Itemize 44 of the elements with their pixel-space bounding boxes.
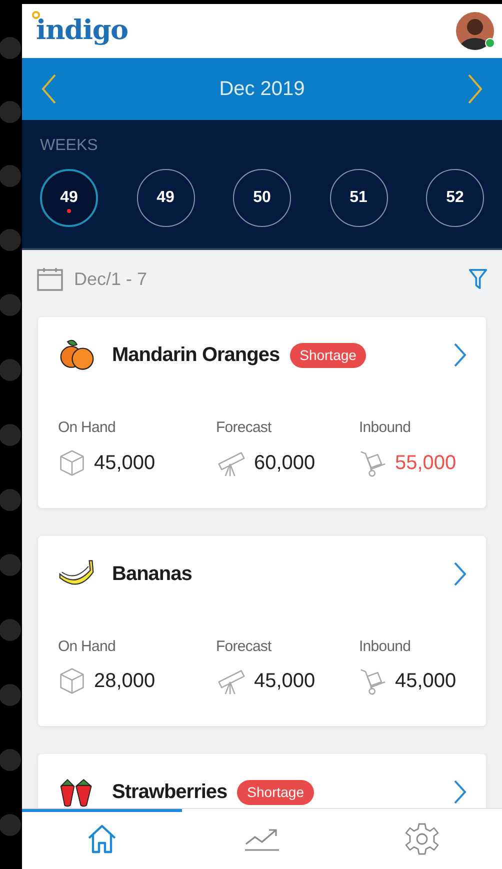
week-button[interactable]: 49 xyxy=(40,169,98,227)
stat-value: 45,000 xyxy=(395,669,456,694)
stat-value: 45,000 xyxy=(254,669,316,694)
filter-icon[interactable] xyxy=(468,267,488,291)
trend-chart-icon[interactable] xyxy=(244,826,280,852)
stat-value: 45,000 xyxy=(94,450,156,476)
product-name: Strawberries xyxy=(112,780,228,805)
date-range: Dec/1 - 7 xyxy=(74,268,148,290)
status-badge: Shortage xyxy=(290,342,366,368)
week-button[interactable]: 50 xyxy=(233,169,291,227)
chevron-right-icon[interactable] xyxy=(454,343,466,367)
stat-value: 28,000 xyxy=(94,669,156,694)
product-name: Bananas xyxy=(112,562,192,586)
product-card[interactable]: Bananas On Hand 28,000 Forecast 45,000 Inbound 45,000 xyxy=(38,536,486,726)
previous-month-button[interactable] xyxy=(42,74,56,104)
status-badge: Shortage xyxy=(237,780,314,804)
settings-icon[interactable] xyxy=(405,822,439,856)
stat-value: 55,000 xyxy=(395,450,456,476)
box-icon xyxy=(58,448,86,476)
calendar-icon xyxy=(37,267,63,291)
week-button[interactable]: 51 xyxy=(330,169,388,227)
box-icon xyxy=(58,667,86,695)
product-card[interactable]: Mandarin Oranges Shortage On Hand 45,000 Forecast 60,000 Inbound 55,000 xyxy=(38,317,486,508)
product-name: Mandarin Oranges xyxy=(112,343,280,368)
hand-truck-icon xyxy=(359,667,387,695)
stat-value: 60,000 xyxy=(254,450,316,476)
hand-truck-icon xyxy=(359,448,387,476)
home-icon[interactable] xyxy=(86,824,118,854)
week-button[interactable]: 52 xyxy=(426,169,484,227)
product-card[interactable]: Strawberries Shortage xyxy=(38,754,486,808)
stat-label: On Hand xyxy=(58,418,116,438)
stat-label: Forecast xyxy=(216,636,272,656)
next-month-button[interactable] xyxy=(468,74,482,104)
stat-label: Forecast xyxy=(216,418,272,438)
avatar[interactable] xyxy=(456,12,494,50)
chevron-right-icon[interactable] xyxy=(454,562,466,586)
telescope-icon xyxy=(216,667,246,695)
month-title: Dec 2019 xyxy=(219,77,305,102)
week-button[interactable]: 49 xyxy=(136,169,194,227)
stat-label: Inbound xyxy=(359,636,412,656)
weeks-label: WEEKS xyxy=(40,138,99,154)
chevron-right-icon[interactable] xyxy=(454,780,466,804)
stat-label: On Hand xyxy=(58,636,116,656)
stat-label: Inbound xyxy=(359,418,412,438)
